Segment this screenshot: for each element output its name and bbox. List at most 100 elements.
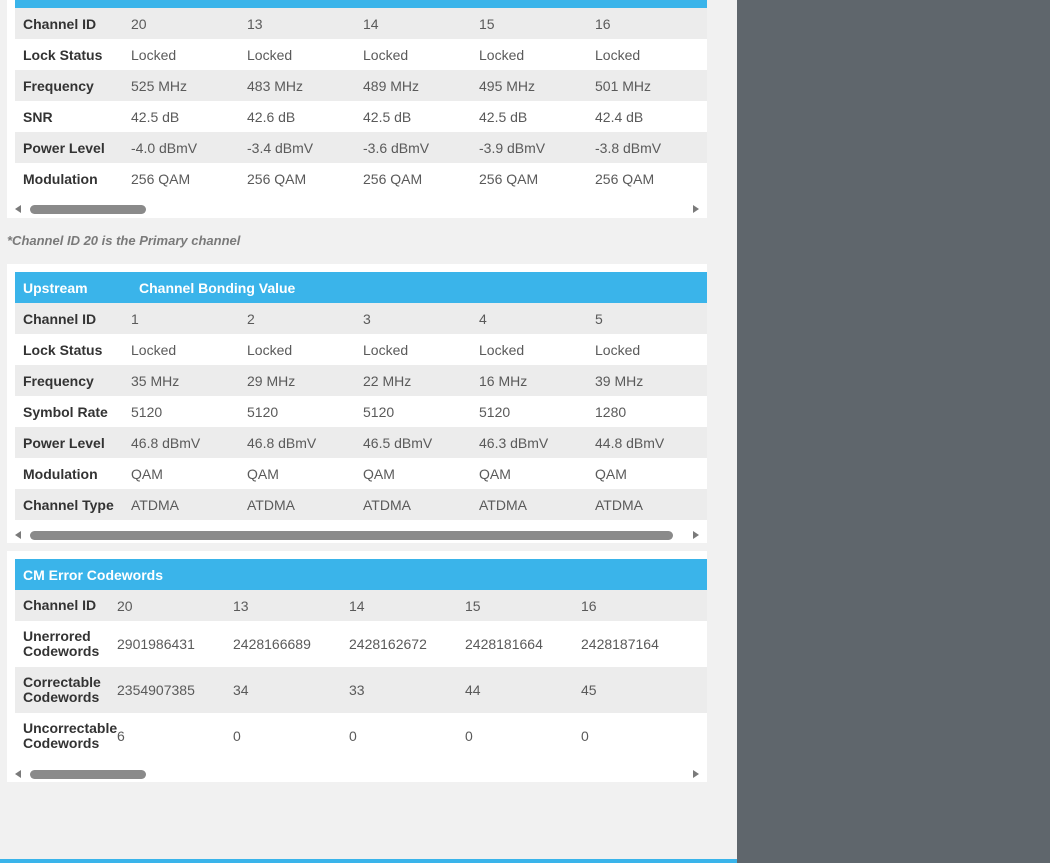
- table-cell: ATDMA: [595, 489, 707, 520]
- table-cell: 16: [581, 590, 707, 621]
- row-label: Channel ID: [15, 303, 131, 334]
- table-cell: 0: [233, 713, 349, 759]
- table-cell: 46.3 dBmV: [479, 427, 595, 458]
- scroll-right-icon[interactable]: [693, 205, 699, 213]
- table-row: SNR 42.5 dB 42.6 dB 42.5 dB 42.5 dB 42.4…: [15, 101, 707, 132]
- table-cell: 16: [595, 8, 707, 39]
- table-cell: 14: [363, 8, 479, 39]
- scroll-thumb[interactable]: [30, 770, 146, 779]
- table-cell: Locked: [479, 334, 595, 365]
- table-cell: 0: [465, 713, 581, 759]
- table-cell: ATDMA: [479, 489, 595, 520]
- table-cell: 45: [581, 667, 707, 713]
- table-cell: ATDMA: [131, 489, 247, 520]
- scroll-left-icon[interactable]: [15, 531, 21, 539]
- row-label: Modulation: [15, 163, 131, 194]
- table-row: Correctable Codewords 2354907385 34 33 4…: [15, 667, 707, 713]
- channel-bonding-title: Channel Bonding Value: [139, 280, 296, 296]
- table-cell: 256 QAM: [595, 163, 707, 194]
- upstream-header: Upstream Channel Bonding Value: [15, 272, 707, 303]
- scroll-thumb[interactable]: [30, 531, 673, 540]
- error-codewords-title: CM Error Codewords: [23, 567, 164, 583]
- table-cell: 14: [349, 590, 465, 621]
- table-cell: 42.5 dB: [479, 101, 595, 132]
- table-cell: 42.5 dB: [363, 101, 479, 132]
- horizontal-scrollbar[interactable]: [15, 766, 707, 782]
- table-cell: 13: [233, 590, 349, 621]
- table-cell: 256 QAM: [131, 163, 247, 194]
- row-label: Channel ID: [15, 590, 117, 621]
- table-cell: 5120: [479, 396, 595, 427]
- table-cell: 15: [479, 8, 595, 39]
- row-label: SNR: [15, 101, 131, 132]
- table-cell: 42.6 dB: [247, 101, 363, 132]
- table-cell: 46.5 dBmV: [363, 427, 479, 458]
- table-cell: 34: [233, 667, 349, 713]
- table-cell: 4: [479, 303, 595, 334]
- table-cell: QAM: [363, 458, 479, 489]
- table-cell: Locked: [131, 334, 247, 365]
- table-cell: Locked: [595, 334, 707, 365]
- table-row: Unerrored Codewords 2901986431 242816668…: [15, 621, 707, 667]
- upstream-title: Upstream: [23, 280, 88, 296]
- table-cell: Locked: [479, 39, 595, 70]
- scroll-right-icon[interactable]: [693, 770, 699, 778]
- table-cell: ATDMA: [247, 489, 363, 520]
- scroll-thumb[interactable]: [30, 205, 146, 214]
- row-label: Channel ID: [15, 8, 131, 39]
- table-cell: -3.9 dBmV: [479, 132, 595, 163]
- table-row: Channel ID 20 13 14 15 16: [15, 8, 707, 39]
- table-cell: Locked: [363, 39, 479, 70]
- table-cell: QAM: [479, 458, 595, 489]
- upstream-table: Channel ID 1 2 3 4 5 Lock Status Locked …: [15, 303, 707, 520]
- table-cell: QAM: [595, 458, 707, 489]
- scroll-left-icon[interactable]: [15, 205, 21, 213]
- table-cell: 13: [247, 8, 363, 39]
- table-row: Symbol Rate 5120 5120 5120 5120 1280: [15, 396, 707, 427]
- table-cell: 46.8 dBmV: [247, 427, 363, 458]
- table-cell: 256 QAM: [247, 163, 363, 194]
- table-cell: 39 MHz: [595, 365, 707, 396]
- table-cell: 46.8 dBmV: [131, 427, 247, 458]
- table-cell: -3.6 dBmV: [363, 132, 479, 163]
- table-row: Lock Status Locked Locked Locked Locked …: [15, 334, 707, 365]
- table-row: Modulation 256 QAM 256 QAM 256 QAM 256 Q…: [15, 163, 707, 194]
- row-label: Channel Type: [15, 489, 131, 520]
- table-cell: 16 MHz: [479, 365, 595, 396]
- table-cell: 2: [247, 303, 363, 334]
- downstream-header: [15, 0, 707, 8]
- table-cell: 495 MHz: [479, 70, 595, 101]
- row-label: Unerrored Codewords: [15, 621, 117, 667]
- table-cell: 256 QAM: [363, 163, 479, 194]
- downstream-card: Channel ID 20 13 14 15 16 Lock Status Lo…: [7, 0, 707, 218]
- table-cell: 0: [581, 713, 707, 759]
- table-cell: 2901986431: [117, 621, 233, 667]
- table-cell: 1: [131, 303, 247, 334]
- table-cell: 5120: [363, 396, 479, 427]
- table-cell: 20: [117, 590, 233, 621]
- table-cell: 256 QAM: [479, 163, 595, 194]
- table-cell: Locked: [595, 39, 707, 70]
- table-cell: 35 MHz: [131, 365, 247, 396]
- table-cell: Locked: [131, 39, 247, 70]
- horizontal-scrollbar[interactable]: [15, 527, 707, 543]
- row-label: Symbol Rate: [15, 396, 131, 427]
- table-cell: 5120: [247, 396, 363, 427]
- row-label: Uncorrectable Codewords: [15, 713, 117, 759]
- table-cell: 22 MHz: [363, 365, 479, 396]
- table-cell: 2428181664: [465, 621, 581, 667]
- table-cell: 2354907385: [117, 667, 233, 713]
- table-cell: QAM: [131, 458, 247, 489]
- table-cell: 489 MHz: [363, 70, 479, 101]
- table-cell: QAM: [247, 458, 363, 489]
- horizontal-scrollbar[interactable]: [15, 201, 707, 217]
- scroll-right-icon[interactable]: [693, 531, 699, 539]
- table-cell: 1280: [595, 396, 707, 427]
- downstream-table: Channel ID 20 13 14 15 16 Lock Status Lo…: [15, 8, 707, 194]
- table-row: Channel ID 1 2 3 4 5: [15, 303, 707, 334]
- scroll-left-icon[interactable]: [15, 770, 21, 778]
- table-cell: -3.4 dBmV: [247, 132, 363, 163]
- table-cell: 0: [349, 713, 465, 759]
- table-cell: 44: [465, 667, 581, 713]
- table-cell: 42.4 dB: [595, 101, 707, 132]
